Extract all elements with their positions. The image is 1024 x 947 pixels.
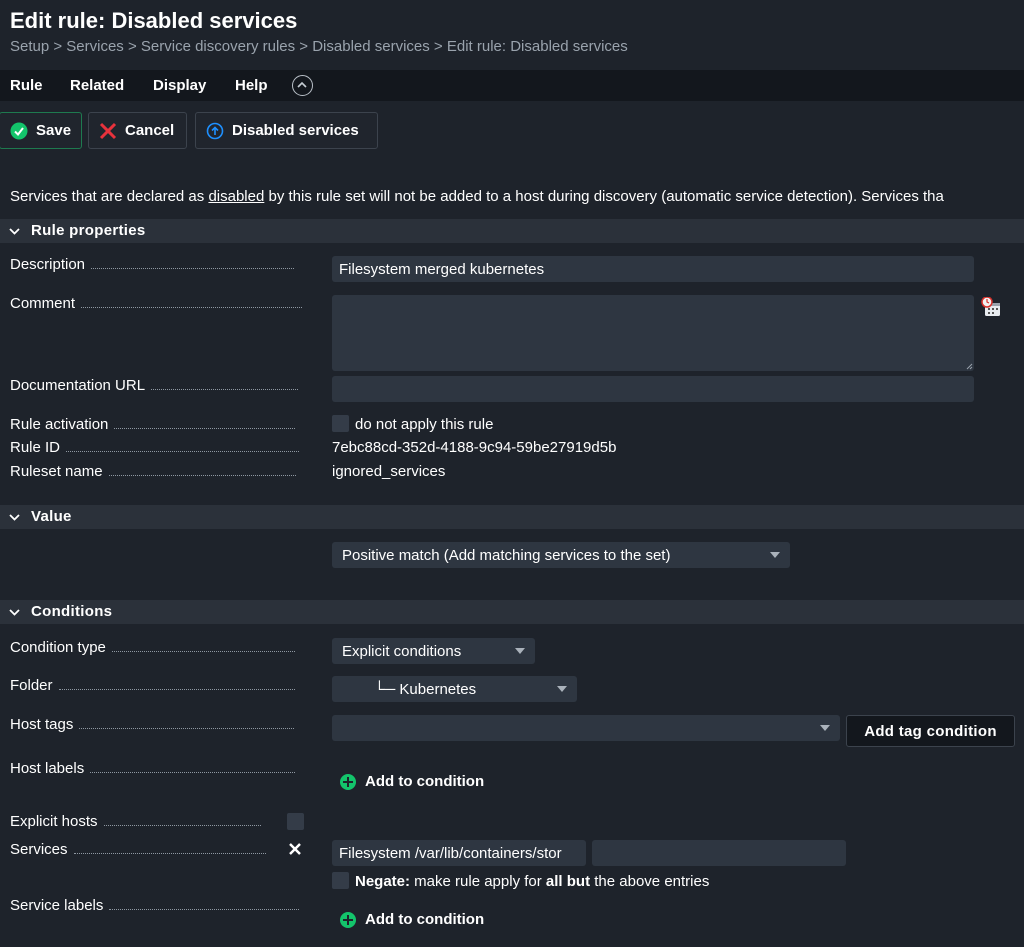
service-pattern-input[interactable]: Filesystem /var/lib/containers/stor	[332, 840, 586, 866]
folder-select[interactable]: └─ Kubernetes	[332, 676, 577, 702]
value-select-label: Positive match (Add matching services to…	[342, 546, 671, 564]
ruleset-name-label: Ruleset name	[10, 463, 296, 480]
dropdown-arrow-icon	[820, 725, 830, 731]
comment-textarea[interactable]	[332, 295, 974, 371]
intro-text-start: Services that are declared as	[10, 188, 209, 205]
disabled-link[interactable]: disabled	[208, 188, 264, 205]
condition-type-select[interactable]: Explicit conditions	[332, 638, 535, 664]
menu-rule[interactable]: Rule	[10, 77, 43, 94]
service-pattern-input-empty[interactable]	[592, 840, 846, 866]
arrow-up-circle-icon	[206, 122, 224, 140]
negate-bold: Negate:	[355, 873, 411, 890]
intro-text-end: by this rule set will not be added to a …	[264, 188, 944, 205]
menu-display[interactable]: Display	[153, 77, 206, 94]
add-service-label-condition-button[interactable]: Add to condition	[340, 911, 484, 928]
documentation-url-input[interactable]	[332, 376, 974, 402]
negate-text: make rule apply for	[410, 873, 546, 890]
negate-all-but: all but	[545, 873, 591, 890]
services-checkbox-checked-icon[interactable]	[287, 841, 303, 861]
condition-type-select-label: Explicit conditions	[342, 642, 462, 660]
menu-help[interactable]: Help	[235, 77, 268, 94]
save-button-label: Save	[36, 122, 72, 139]
description-label: Description	[10, 256, 295, 273]
menu-related[interactable]: Related	[70, 77, 124, 94]
rule-id-label: Rule ID	[10, 439, 300, 456]
negate-label[interactable]: Negate: make rule apply for all but the …	[355, 873, 709, 890]
negate-text-end: the above entries	[590, 873, 710, 890]
host-labels-label: Host labels	[10, 760, 296, 777]
collapse-menu-icon[interactable]	[292, 75, 313, 96]
add-host-label-condition-button[interactable]: Add to condition	[340, 773, 484, 790]
breadcrumb[interactable]: Setup > Services > Service discovery rul…	[10, 38, 628, 55]
service-labels-label: Service labels	[10, 897, 300, 914]
section-rule-properties[interactable]: Rule properties	[0, 219, 1024, 243]
chevron-down-icon	[9, 609, 20, 616]
dropdown-arrow-icon	[557, 686, 567, 692]
checkmark-icon	[10, 122, 28, 140]
menu-bar: Rule Related Display Help	[0, 70, 1024, 101]
dropdown-arrow-icon	[770, 552, 780, 558]
resize-handle-icon[interactable]	[966, 363, 973, 370]
rule-activation-label: Rule activation	[10, 416, 296, 433]
add-to-condition-label: Add to condition	[365, 773, 485, 790]
rule-id-value: 7ebc88cd-352d-4188-9c94-59be27919d5b	[332, 439, 617, 456]
disabled-services-button-label: Disabled services	[232, 122, 359, 139]
add-to-condition-label: Add to condition	[365, 911, 485, 928]
folder-select-label: └─ Kubernetes	[374, 680, 477, 698]
dropdown-arrow-icon	[515, 648, 525, 654]
section-title: Rule properties	[31, 222, 146, 239]
do-not-apply-checkbox[interactable]	[332, 415, 349, 432]
description-input[interactable]: Filesystem merged kubernetes	[332, 256, 974, 282]
cancel-button-label: Cancel	[125, 122, 175, 139]
comment-label: Comment	[10, 295, 303, 312]
page-title: Edit rule: Disabled services	[10, 8, 298, 33]
chevron-down-icon	[9, 228, 20, 235]
calendar-clock-icon[interactable]	[981, 296, 1002, 322]
save-button[interactable]: Save	[0, 112, 82, 149]
add-tag-condition-button[interactable]: Add tag condition	[846, 715, 1015, 747]
folder-label: Folder	[10, 677, 295, 694]
section-title: Value	[31, 508, 72, 525]
plus-icon	[340, 911, 356, 928]
condition-type-label: Condition type	[10, 639, 295, 656]
cancel-button[interactable]: Cancel	[88, 112, 187, 149]
services-label: Services	[10, 841, 266, 858]
ruleset-name-value: ignored_services	[332, 463, 446, 480]
section-title: Conditions	[31, 603, 113, 620]
explicit-hosts-label: Explicit hosts	[10, 813, 261, 830]
close-icon	[99, 122, 117, 140]
documentation-url-label: Documentation URL	[10, 377, 299, 394]
do-not-apply-label[interactable]: do not apply this rule	[355, 416, 493, 433]
section-conditions[interactable]: Conditions	[0, 600, 1024, 624]
chevron-down-icon	[9, 514, 20, 521]
intro-text: Services that are declared as disabled b…	[10, 188, 1024, 205]
section-value[interactable]: Value	[0, 505, 1024, 529]
host-tags-select[interactable]	[332, 715, 840, 741]
disabled-services-button[interactable]: Disabled services	[195, 112, 378, 149]
plus-icon	[340, 773, 356, 790]
host-tags-label: Host tags	[10, 716, 295, 733]
explicit-hosts-checkbox[interactable]	[287, 813, 304, 830]
title-bar: Edit rule: Disabled services Setup > Ser…	[0, 0, 1024, 70]
negate-checkbox[interactable]	[332, 872, 349, 889]
value-select[interactable]: Positive match (Add matching services to…	[332, 542, 790, 568]
